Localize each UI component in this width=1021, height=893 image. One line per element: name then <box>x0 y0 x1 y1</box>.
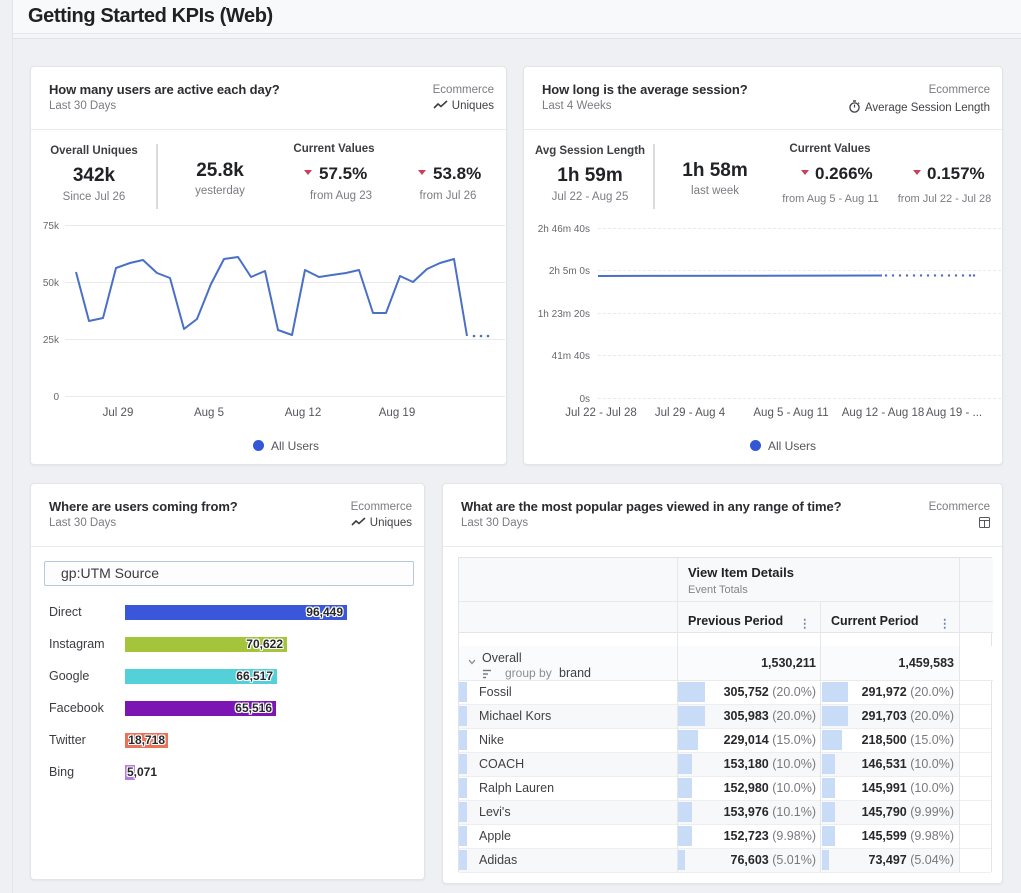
svg-text:2h 5m 0s: 2h 5m 0s <box>549 266 590 277</box>
svg-text:2h 46m 40s: 2h 46m 40s <box>538 224 590 235</box>
svg-text:0s: 0s <box>579 394 590 405</box>
svg-text:0: 0 <box>53 392 59 403</box>
svg-text:41m 40s: 41m 40s <box>552 351 590 362</box>
svg-text:50k: 50k <box>43 278 60 289</box>
svg-text:1h 23m 20s: 1h 23m 20s <box>538 309 590 320</box>
svg-text:25k: 25k <box>43 335 60 346</box>
svg-text:75k: 75k <box>43 221 60 232</box>
